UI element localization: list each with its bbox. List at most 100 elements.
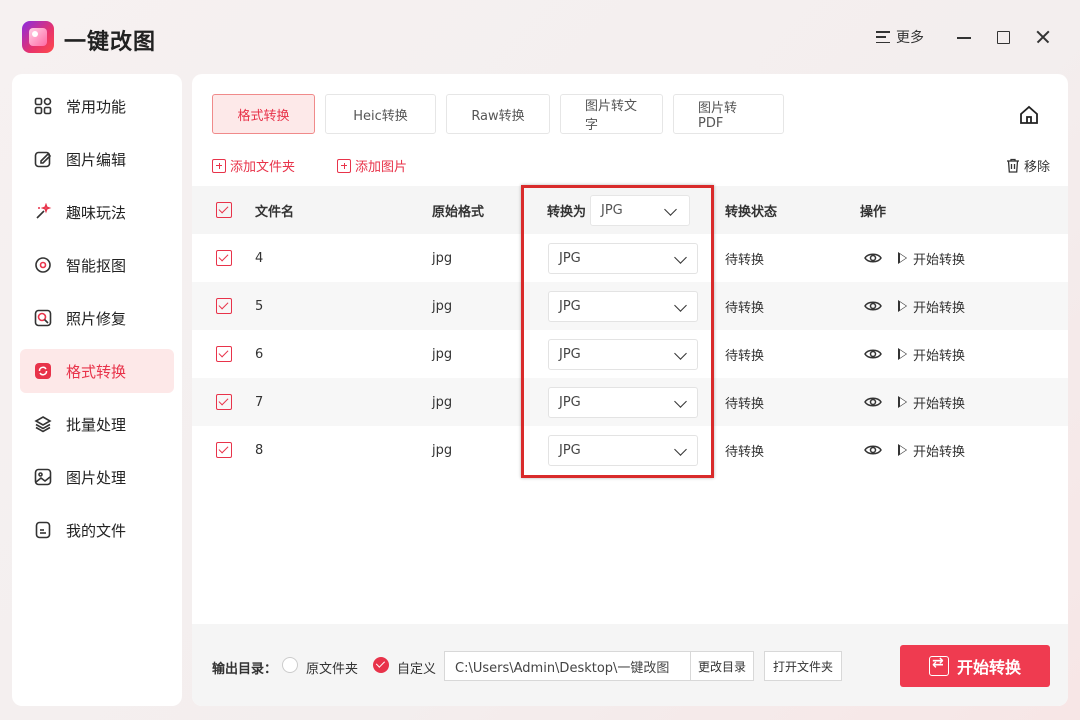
more-button[interactable]: 更多	[876, 26, 924, 48]
footer-bar: 输出目录： 原文件夹 自定义 C:\Users\Admin\Desktop\一键…	[192, 624, 1068, 706]
row-start-convert-button[interactable]: 开始转换	[898, 426, 965, 474]
table-row: 8 jpg JPG 待转换 开始转换	[192, 426, 1068, 474]
tab-format-convert[interactable]: 格式转换	[212, 94, 315, 134]
open-folder-button[interactable]: 打开文件夹	[764, 651, 842, 681]
row-status: 待转换	[725, 300, 765, 316]
row-checkbox[interactable]	[216, 346, 232, 362]
row-status: 待转换	[725, 444, 765, 460]
more-label: 更多	[896, 30, 924, 46]
preview-eye-icon[interactable]	[864, 394, 882, 410]
sidebar-item-repair[interactable]: 照片修复	[20, 296, 174, 340]
play-icon	[898, 300, 907, 312]
global-format-select[interactable]: JPG	[590, 195, 690, 226]
row-start-convert-button[interactable]: 开始转换	[898, 330, 965, 378]
row-format-select[interactable]: JPG	[548, 339, 698, 370]
row-start-convert-button[interactable]: 开始转换	[898, 234, 965, 282]
chevron-down-icon	[674, 443, 687, 456]
row-start-label: 开始转换	[913, 300, 966, 316]
remove-button[interactable]: 移除	[1006, 156, 1050, 175]
row-format-select[interactable]: JPG	[548, 291, 698, 322]
row-file-name: 7	[255, 394, 264, 410]
home-icon[interactable]	[1018, 104, 1040, 126]
row-format-value: JPG	[559, 347, 581, 362]
sidebar-item-matting[interactable]: 智能抠图	[20, 243, 174, 287]
sidebar-item-common[interactable]: 常用功能	[20, 84, 174, 128]
tab-heic-convert[interactable]: Heic转换	[325, 94, 436, 134]
sidebar-item-fun[interactable]: 趣味玩法	[20, 190, 174, 234]
preview-eye-icon[interactable]	[864, 346, 882, 362]
sidebar-item-label: 常用功能	[66, 97, 127, 116]
maximize-button[interactable]	[991, 25, 1015, 49]
output-path-field[interactable]: C:\Users\Admin\Desktop\一键改图	[444, 651, 691, 681]
row-format-select[interactable]: JPG	[548, 387, 698, 418]
target-icon	[34, 256, 52, 274]
preview-eye-icon[interactable]	[864, 250, 882, 266]
row-file-name: 5	[255, 298, 264, 314]
sidebar-item-format-convert[interactable]: 格式转换	[20, 349, 174, 393]
main-panel: 格式转换 Heic转换 Raw转换 图片转文字 图片转PDF 添加文件夹 添加图…	[192, 74, 1068, 706]
row-checkbox[interactable]	[216, 394, 232, 410]
row-start-label: 开始转换	[913, 348, 966, 364]
row-format-select[interactable]: JPG	[548, 435, 698, 466]
app-logo-icon	[22, 21, 54, 53]
add-folder-icon	[212, 158, 226, 173]
title-bar: 一键改图 更多	[0, 0, 1080, 74]
start-convert-button[interactable]: 开始转换	[900, 645, 1050, 687]
minimize-button[interactable]	[952, 25, 976, 49]
row-format-value: JPG	[559, 395, 581, 410]
change-dir-button[interactable]: 更改目录	[690, 651, 754, 681]
add-image-button[interactable]: 添加图片	[337, 156, 407, 175]
app-title: 一键改图	[64, 30, 157, 55]
tab-raw-convert[interactable]: Raw转换	[446, 94, 550, 134]
row-status: 待转换	[725, 252, 765, 268]
select-all-checkbox[interactable]	[216, 202, 232, 218]
remove-label: 移除	[1024, 160, 1051, 175]
sidebar-item-label: 图片处理	[66, 468, 127, 487]
row-start-label: 开始转换	[913, 396, 966, 412]
start-convert-label: 开始转换	[956, 658, 1021, 677]
row-checkbox[interactable]	[216, 250, 232, 266]
chevron-down-icon	[664, 203, 677, 216]
sidebar-item-my-files[interactable]: 我的文件	[20, 508, 174, 552]
row-start-label: 开始转换	[913, 252, 966, 268]
sidebar-item-label: 趣味玩法	[66, 203, 127, 222]
table-header: 文件名 原始格式 转换为 JPG 转换状态 操作	[192, 186, 1068, 234]
file-icon	[34, 521, 52, 539]
row-checkbox[interactable]	[216, 442, 232, 458]
row-file-name: 8	[255, 442, 264, 458]
add-folder-label: 添加文件夹	[230, 160, 296, 175]
row-file-name: 6	[255, 346, 264, 362]
row-format-select[interactable]: JPG	[548, 243, 698, 274]
add-folder-button[interactable]: 添加文件夹	[212, 156, 295, 175]
sidebar-item-batch[interactable]: 批量处理	[20, 402, 174, 446]
edit-icon	[34, 150, 52, 168]
global-format-value: JPG	[601, 203, 623, 218]
row-start-convert-button[interactable]: 开始转换	[898, 378, 965, 426]
trash-icon	[1007, 158, 1019, 173]
chevron-down-icon	[674, 347, 687, 360]
row-format-value: JPG	[559, 443, 581, 458]
close-button[interactable]	[1031, 25, 1055, 49]
radio-custom-folder[interactable]	[373, 657, 389, 673]
row-checkbox[interactable]	[216, 298, 232, 314]
magic-icon	[34, 203, 52, 221]
add-image-icon	[337, 158, 352, 173]
grid-icon	[34, 97, 52, 115]
radio-custom-label: 自定义	[397, 662, 437, 677]
row-orig-format: jpg	[432, 250, 453, 266]
image-icon	[34, 468, 52, 486]
output-dir-label: 输出目录：	[212, 662, 278, 677]
preview-eye-icon[interactable]	[864, 442, 882, 458]
tab-bar: 格式转换 Heic转换 Raw转换 图片转文字 图片转PDF	[212, 94, 784, 134]
preview-eye-icon[interactable]	[864, 298, 882, 314]
chevron-down-icon	[674, 395, 687, 408]
sidebar-item-image-process[interactable]: 图片处理	[20, 455, 174, 499]
tab-image-to-pdf[interactable]: 图片转PDF	[673, 94, 784, 134]
file-actions: 添加文件夹 添加图片	[212, 156, 407, 175]
repair-icon	[34, 309, 52, 327]
radio-original-folder[interactable]	[282, 657, 298, 673]
row-start-convert-button[interactable]: 开始转换	[898, 282, 965, 330]
chevron-down-icon	[674, 299, 687, 312]
tab-image-to-text[interactable]: 图片转文字	[560, 94, 663, 134]
sidebar-item-edit[interactable]: 图片编辑	[20, 137, 174, 181]
